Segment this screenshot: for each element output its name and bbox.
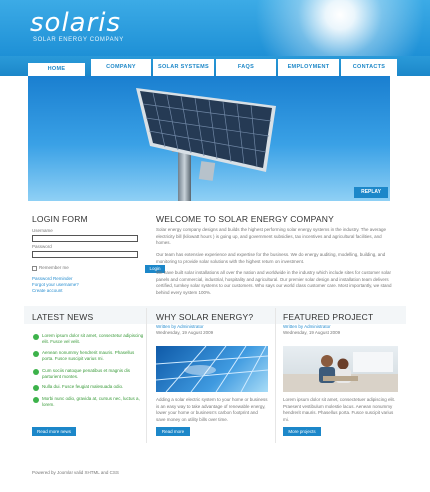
username-field[interactable]	[32, 235, 138, 242]
news-bullet-icon	[33, 369, 39, 375]
replay-button[interactable]: REPLAY	[354, 187, 388, 198]
news-title: LATEST NEWS	[32, 312, 94, 322]
news-item-text[interactable]: Cum sociis natoque penatibus et magnis d…	[42, 368, 146, 380]
solar-panel-image	[136, 88, 276, 201]
news-bullet-icon	[33, 334, 39, 340]
tab-solar-systems[interactable]: SOLAR SYSTEMS	[153, 59, 214, 76]
tab-company[interactable]: COMPANY	[91, 59, 151, 76]
hero-banner	[28, 76, 390, 201]
footer-text: Powered by Joomla! valid XHTML and CSS	[32, 470, 119, 475]
why-title: WHY SOLAR ENERGY?	[156, 312, 254, 322]
column-divider	[146, 308, 147, 443]
tab-contacts[interactable]: CONTACTS	[341, 59, 397, 76]
featured-title: FEATURED PROJECT	[283, 312, 374, 322]
news-item-text[interactable]: Aenean nonummy hendrerit mauris. Phasell…	[42, 350, 146, 362]
news-item-text[interactable]: Lorem ipsum dolor sit amet, consectetur …	[42, 333, 146, 345]
site-tagline: SOLAR ENERGY COMPANY	[33, 37, 124, 43]
why-date: Wednesday, 19 August 2009	[156, 330, 214, 335]
family-photo	[283, 346, 398, 392]
username-label: Username	[32, 228, 53, 233]
tab-employment[interactable]: EMPLOYMENT	[278, 59, 339, 76]
welcome-paragraph-2: Our team has extensive experience and ex…	[156, 252, 386, 264]
family-photo-graphic	[283, 352, 398, 392]
tab-home[interactable]: HOME	[28, 63, 85, 76]
remember-checkbox[interactable]	[32, 266, 37, 271]
solar-cells-graphic	[156, 346, 268, 392]
news-bullet-icon	[33, 351, 39, 357]
news-item-text[interactable]: Nulla dui. Fusce feugiat malesuada odio.	[42, 384, 146, 390]
password-field[interactable]	[32, 251, 138, 258]
column-divider	[275, 308, 276, 443]
welcome-paragraph-1: Solar energy company designs and builds …	[156, 227, 386, 245]
why-read-more-button[interactable]: Read more	[156, 427, 190, 436]
news-bullet-icon	[33, 385, 39, 391]
welcome-paragraph-3: We have built solar installations all ov…	[156, 270, 392, 295]
remember-label: Remember me	[39, 265, 69, 270]
login-title: LOGIN FORM	[32, 214, 88, 224]
sun-glow	[255, 0, 425, 56]
tab-faqs[interactable]: FAQS	[216, 59, 276, 76]
news-bullet-icon	[33, 397, 39, 403]
featured-text: Lorem ipsum dolor sit amet, consectetuer…	[283, 397, 396, 422]
featured-date: Wednesday, 19 August 2009	[283, 330, 341, 335]
create-account-link[interactable]: Create account	[32, 288, 63, 295]
welcome-title: WELCOME TO SOLAR ENERGY COMPANY	[156, 214, 334, 224]
why-text: Adding a solar electric system to your h…	[156, 397, 268, 422]
more-projects-button[interactable]: More projects	[283, 427, 321, 436]
news-item-text[interactable]: Morbi nunc odio, gravida at, cursus nec,…	[42, 396, 146, 408]
solar-cells-image	[156, 346, 268, 392]
read-more-news-button[interactable]: Read more news	[32, 427, 76, 436]
site-logo[interactable]: solaris	[30, 8, 121, 38]
site-header: solaris SOLAR ENERGY COMPANY	[0, 0, 430, 56]
password-label: Password	[32, 244, 52, 249]
